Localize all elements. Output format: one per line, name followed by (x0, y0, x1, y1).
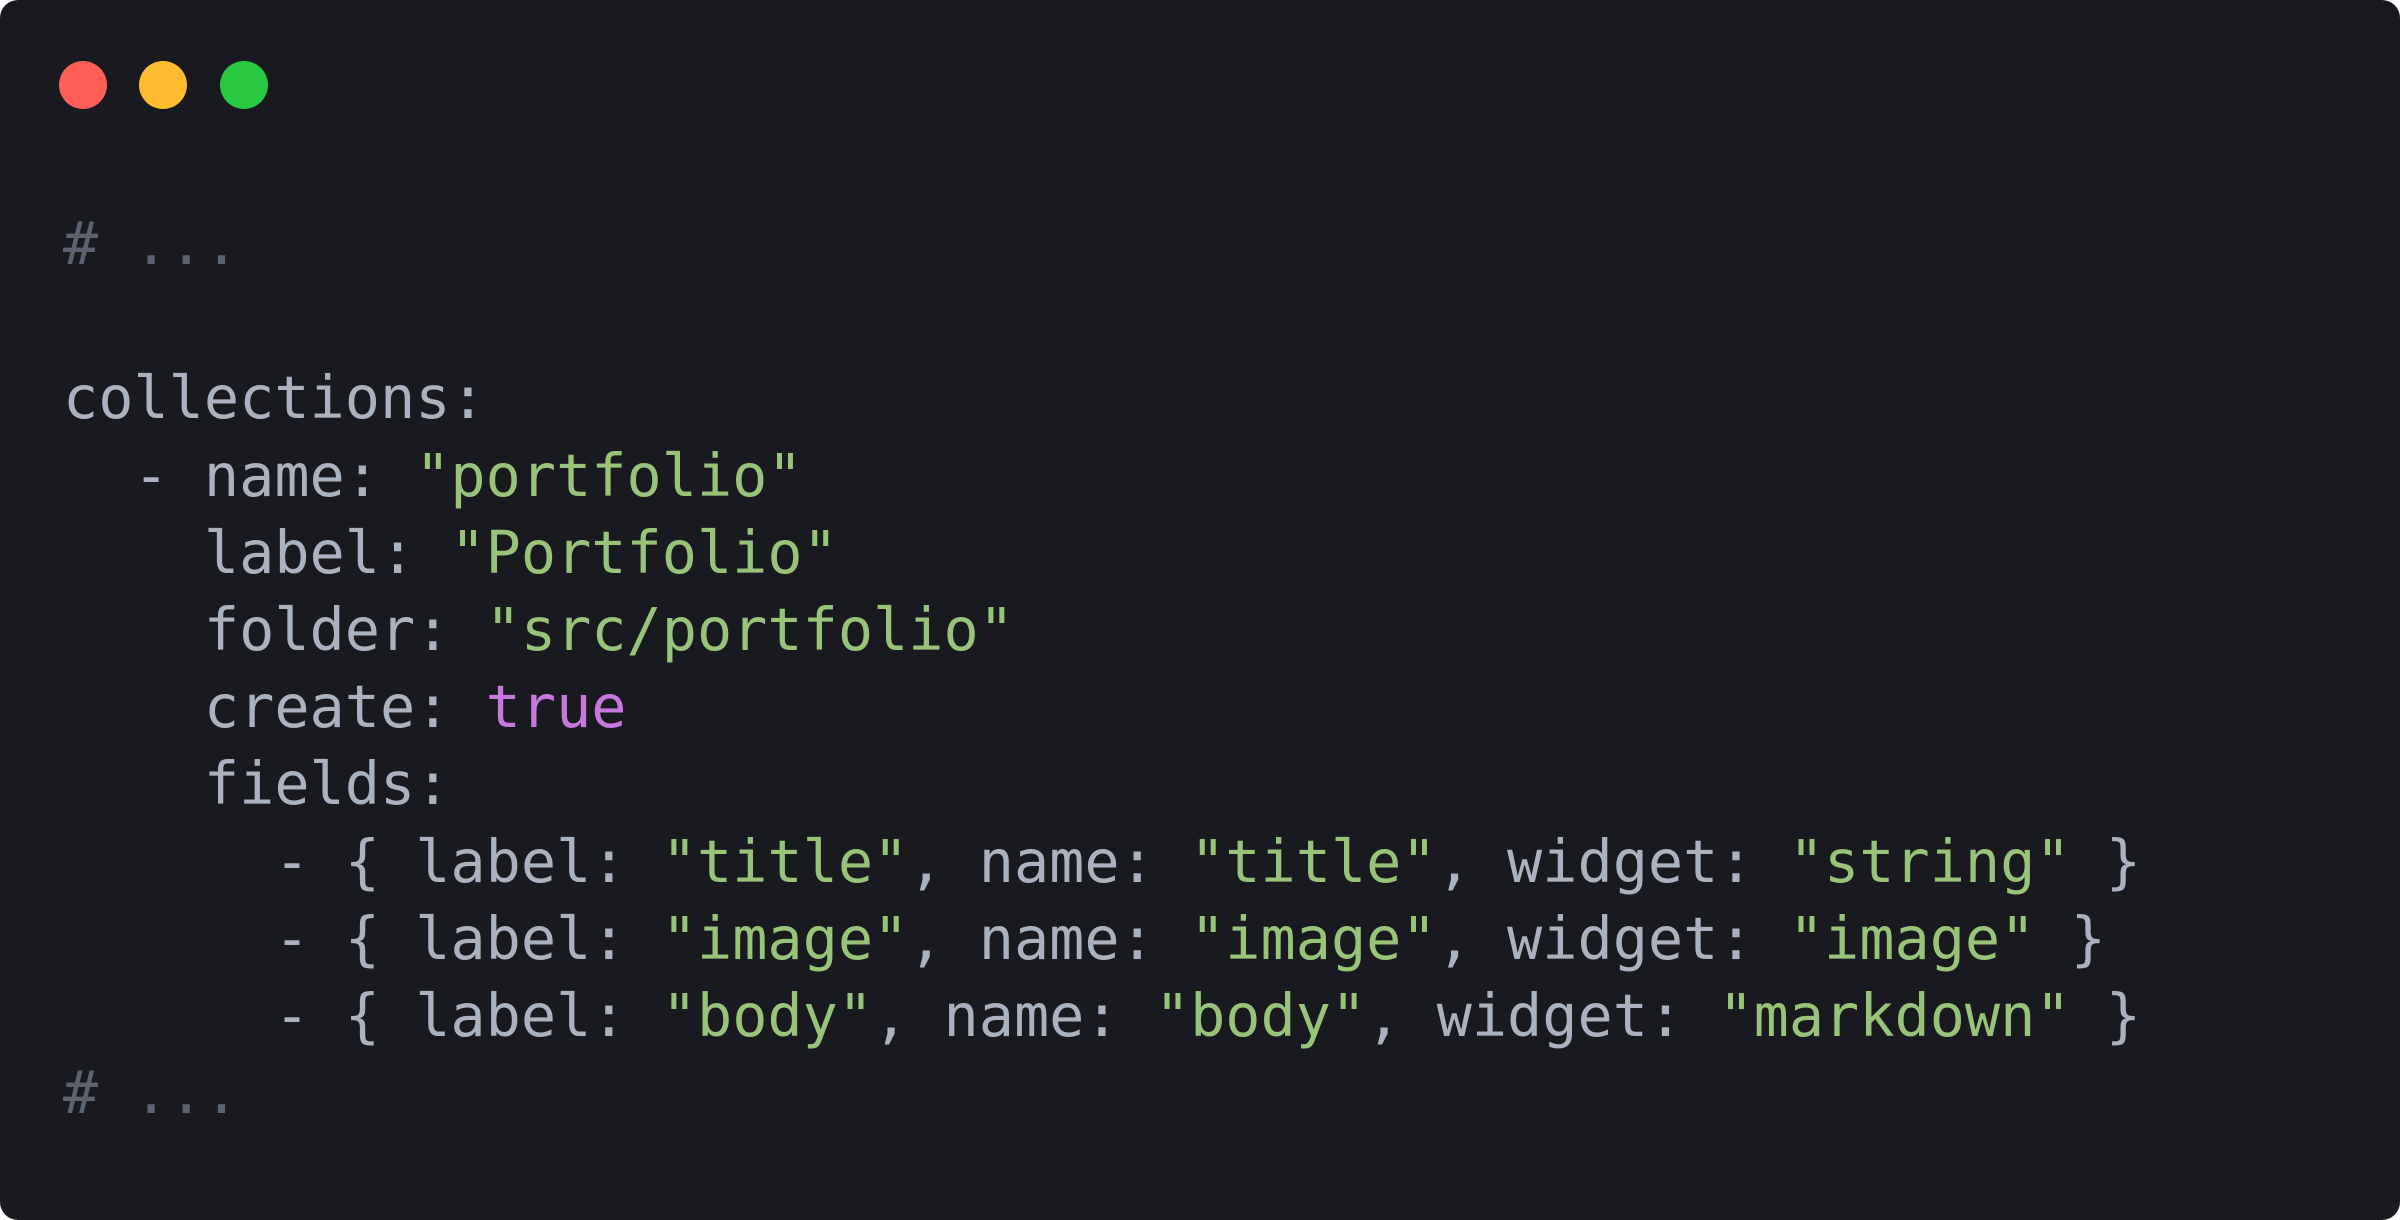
code-token-plain: , name: (908, 904, 1191, 973)
zoom-dot-icon[interactable] (220, 61, 268, 109)
code-block: # ... collections: - name: "portfolio" la… (63, 206, 2141, 1132)
code-token-plain: , name: (873, 981, 1155, 1050)
code-token-string: "image" (1788, 904, 2036, 973)
code-line: fields: (63, 746, 2141, 823)
code-line: # ... (63, 1055, 2141, 1132)
code-token-plain: - { label: (63, 904, 662, 973)
code-token-plain: , name: (908, 827, 1191, 896)
code-token-string: "src/portfolio" (485, 595, 1014, 664)
code-token-string: "title" (661, 827, 909, 896)
code-token-plain: create: (63, 673, 486, 742)
code-line: folder: "src/portfolio" (63, 592, 2141, 669)
code-token-string: "title" (1190, 827, 1437, 896)
code-token-plain: } (2070, 981, 2142, 1050)
code-token-plain: - { label: (63, 981, 662, 1050)
code-line: label: "Portfolio" (63, 515, 2141, 592)
code-token-plain: , widget: (1436, 827, 1789, 896)
code-token-plain: fields: (63, 750, 451, 819)
code-token-string: "body" (661, 981, 874, 1050)
code-token-string: "portfolio" (415, 441, 803, 510)
code-token-plain: collections: (63, 364, 486, 433)
code-line: # ... (63, 206, 2141, 283)
code-line: - { label: "image", name: "image", widge… (63, 901, 2141, 978)
code-token-plain: folder: (63, 595, 486, 664)
code-token-string: "string" (1788, 827, 2071, 896)
code-token-plain: , widget: (1436, 904, 1789, 973)
code-token-comment: # ... (63, 210, 240, 278)
minimize-dot-icon[interactable] (139, 61, 187, 109)
close-dot-icon[interactable] (59, 61, 107, 109)
code-line: - { label: "title", name: "title", widge… (63, 824, 2141, 901)
code-line: - { label: "body", name: "body", widget:… (63, 978, 2141, 1055)
code-line: collections: (63, 360, 2141, 437)
code-token-plain: , widget: (1366, 981, 1719, 1050)
code-token-string: "body" (1154, 981, 1367, 1050)
code-token-bool: true (485, 673, 627, 742)
code-token-string: "Portfolio" (450, 518, 838, 587)
code-token-plain: - { label: (63, 827, 662, 896)
code-token-plain: - name: (63, 441, 416, 510)
code-token-string: "image" (661, 904, 909, 973)
code-window: # ... collections: - name: "portfolio" la… (0, 0, 2400, 1220)
code-line: - name: "portfolio" (63, 438, 2141, 515)
code-line: create: true (63, 669, 2141, 746)
code-token-plain: label: (63, 518, 451, 587)
code-token-plain: } (2070, 827, 2142, 896)
code-token-string: "markdown" (1718, 981, 2071, 1050)
code-token-string: "image" (1190, 904, 1437, 973)
code-token-comment: # ... (63, 1059, 240, 1128)
code-token-plain: } (2035, 904, 2106, 973)
